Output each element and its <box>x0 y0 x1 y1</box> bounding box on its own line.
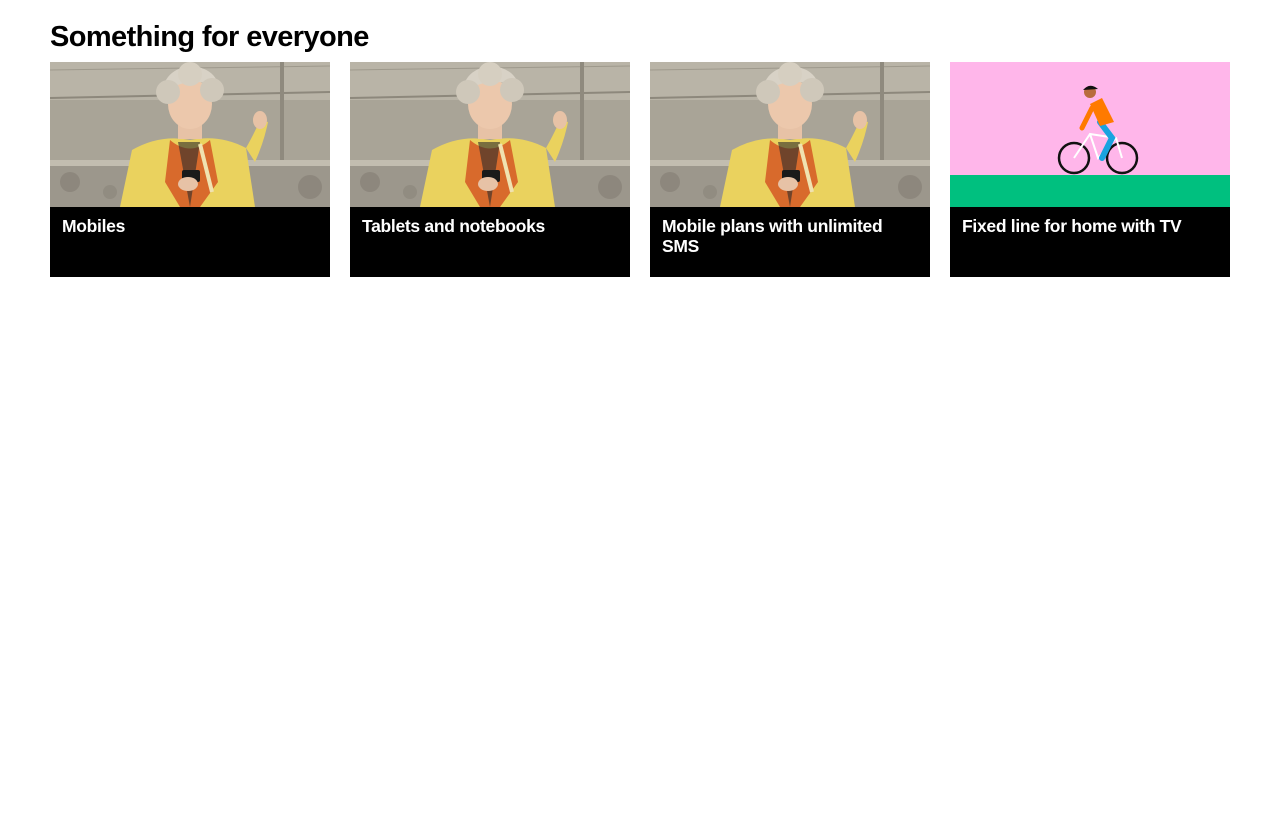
card-title: Fixed line for home with TV <box>962 216 1182 236</box>
card-mobiles[interactable]: Mobiles <box>50 62 330 277</box>
card-caption: Tablets and notebooks <box>350 207 630 277</box>
woman-using-phone-image <box>350 62 630 207</box>
section-title: Something for everyone <box>50 21 369 53</box>
woman-using-phone-image <box>650 62 930 207</box>
card-mobile-plans-unlimited-sms[interactable]: Mobile plans with unlimited SMS <box>650 62 930 277</box>
woman-using-phone-image <box>50 62 330 207</box>
card-caption: Mobile plans with unlimited SMS <box>650 207 930 277</box>
cyclist-illustration <box>950 62 1230 207</box>
card-title: Tablets and notebooks <box>362 216 545 236</box>
card-tablets-and-notebooks[interactable]: Tablets and notebooks <box>350 62 630 277</box>
card-caption: Fixed line for home with TV <box>950 207 1230 277</box>
card-caption: Mobiles <box>50 207 330 277</box>
category-cards: Mobiles Tablets and notebooks Mobile pla… <box>50 62 1230 277</box>
card-fixed-line-home-tv[interactable]: Fixed line for home with TV <box>950 62 1230 277</box>
card-title: Mobiles <box>62 216 126 236</box>
something-for-everyone-section: Something for everyone Mobiles Tablets a… <box>50 0 1230 277</box>
card-title: Mobile plans with unlimited SMS <box>662 216 883 256</box>
